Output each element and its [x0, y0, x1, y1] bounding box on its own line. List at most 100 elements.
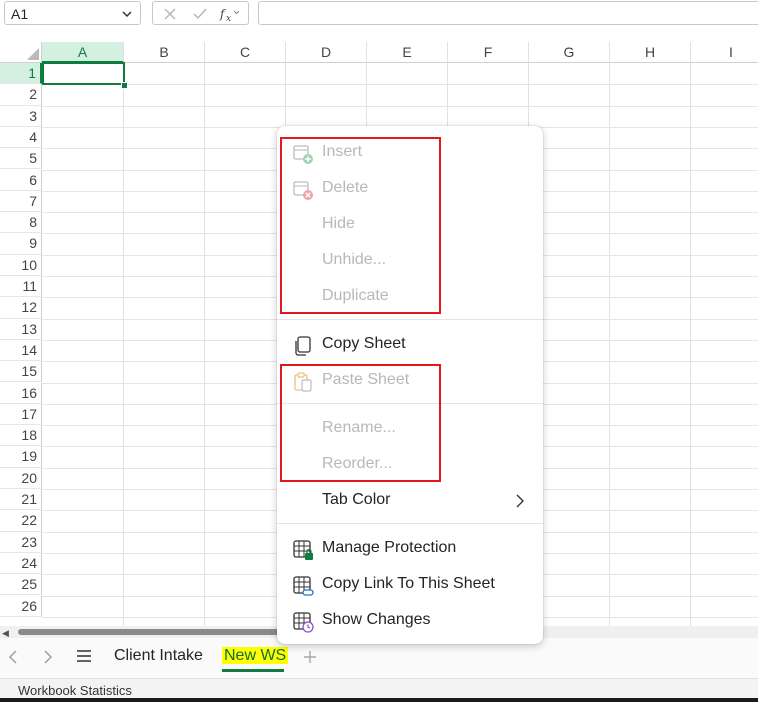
insert-sheet-icon [293, 145, 313, 164]
select-all-icon [27, 48, 39, 60]
row-header[interactable]: 2 [0, 84, 42, 106]
name-box[interactable]: A1 [4, 1, 141, 25]
menu-item-paste-sheet[interactable]: Paste Sheet [277, 363, 543, 399]
window-edge [0, 698, 758, 702]
row-header[interactable]: 19 [0, 446, 42, 468]
column-header[interactable]: H [610, 42, 691, 63]
menu-item-label: Insert [322, 143, 363, 160]
formula-bar: A1 f x [0, 0, 758, 40]
menu-item-label: Paste Sheet [322, 371, 410, 388]
menu-item-rename[interactable]: Rename... [277, 411, 543, 447]
row-header[interactable]: 3 [0, 105, 42, 127]
menu-item-reorder[interactable]: Reorder... [277, 447, 543, 483]
row-header[interactable]: 21 [0, 489, 42, 511]
menu-separator [277, 319, 543, 320]
check-icon[interactable] [191, 5, 209, 23]
row-header[interactable]: 10 [0, 254, 42, 276]
menu-item-hide[interactable]: Hide [277, 207, 543, 243]
column-header[interactable]: B [124, 42, 205, 63]
column-header[interactable]: A [42, 42, 124, 63]
row-header[interactable]: 26 [0, 595, 42, 617]
menu-item-tab-color[interactable]: Tab Color [277, 483, 543, 519]
menu-item-label: Manage Protection [322, 539, 457, 556]
menu-item-label: Show Changes [322, 611, 431, 628]
menu-item-manage-protection[interactable]: Manage Protection [277, 531, 543, 567]
menu-item-label: Copy Sheet [322, 335, 406, 352]
gridline [42, 105, 758, 107]
menu-item-label: Copy Link To This Sheet [322, 575, 495, 592]
column-header[interactable]: D [286, 42, 367, 63]
column-header[interactable]: F [448, 42, 529, 63]
row-header[interactable]: 18 [0, 425, 42, 447]
column-header[interactable]: I [691, 42, 758, 63]
status-bar: Workbook Statistics [0, 678, 758, 699]
menu-item-copy-sheet[interactable]: Copy Sheet [277, 327, 543, 363]
next-sheet-icon[interactable] [43, 650, 53, 664]
menu-item-delete[interactable]: Delete [277, 171, 543, 207]
row-header[interactable]: 7 [0, 190, 42, 213]
sheet-tab-new-ws[interactable]: New WS [222, 647, 289, 665]
row-header[interactable]: 20 [0, 467, 42, 489]
sheet-tab-bar: Client Intake New WS [0, 638, 758, 678]
formula-input[interactable] [258, 1, 758, 25]
fill-handle[interactable] [121, 82, 128, 89]
menu-item-insert[interactable]: Insert [277, 135, 543, 171]
row-header[interactable]: 15 [0, 361, 42, 383]
menu-item-unhide[interactable]: Unhide... [277, 243, 543, 279]
name-box-value: A1 [11, 6, 29, 22]
menu-separator [277, 523, 543, 524]
row-header[interactable]: 17 [0, 403, 42, 426]
column-header[interactable]: E [367, 42, 448, 63]
add-sheet-icon[interactable] [303, 650, 317, 664]
row-header[interactable]: 16 [0, 382, 42, 404]
delete-sheet-icon [293, 181, 313, 200]
function-icon[interactable]: f x [219, 5, 239, 23]
row-header[interactable]: 13 [0, 318, 42, 340]
menu-item-show-changes[interactable]: Show Changes [277, 603, 543, 639]
row-header[interactable]: 5 [0, 148, 42, 170]
sheet-context-menu: Insert Delete Hide Unhide... Duplicate C… [277, 126, 543, 644]
copy-icon [295, 336, 311, 356]
cancel-icon[interactable] [161, 5, 179, 23]
row-header[interactable]: 14 [0, 339, 42, 362]
column-header[interactable]: C [205, 42, 286, 63]
menu-item-copy-link[interactable]: Copy Link To This Sheet [277, 567, 543, 603]
row-header[interactable]: 8 [0, 212, 42, 234]
active-tab-indicator [222, 669, 284, 672]
protect-sheet-icon [293, 540, 313, 560]
menu-item-label: Duplicate [322, 287, 389, 304]
svg-text:x: x [226, 14, 231, 23]
row-header[interactable]: 24 [0, 552, 42, 575]
chevron-down-icon[interactable] [121, 8, 133, 20]
row-header[interactable]: 25 [0, 574, 42, 596]
workbook-statistics-button[interactable]: Workbook Statistics [18, 683, 132, 698]
menu-item-duplicate[interactable]: Duplicate [277, 279, 543, 315]
row-header[interactable]: 23 [0, 531, 42, 553]
row-header[interactable]: 12 [0, 297, 42, 319]
menu-separator [277, 403, 543, 404]
chevron-right-icon [516, 494, 524, 508]
row-header[interactable]: 1 [0, 63, 42, 85]
row-header[interactable]: 6 [0, 169, 42, 191]
column-header[interactable]: G [529, 42, 610, 63]
menu-item-label: Hide [322, 215, 355, 232]
sheet-tab-label: New WS [222, 647, 289, 664]
row-header[interactable]: 11 [0, 276, 42, 298]
sheet-tab-client-intake[interactable]: Client Intake [114, 647, 203, 665]
menu-item-label: Delete [322, 179, 369, 196]
selected-cell[interactable] [42, 62, 125, 85]
menu-item-label: Rename... [322, 419, 396, 436]
link-sheet-icon [293, 576, 314, 596]
all-sheets-menu-icon[interactable] [76, 649, 92, 663]
scrollbar-thumb[interactable] [18, 629, 318, 635]
row-header[interactable]: 22 [0, 510, 42, 532]
paste-icon [294, 372, 312, 392]
formula-actions: f x [152, 1, 249, 25]
row-header[interactable]: 4 [0, 126, 42, 149]
select-all-corner[interactable] [0, 42, 42, 63]
show-changes-icon [293, 612, 314, 633]
row-header[interactable]: 9 [0, 233, 42, 255]
menu-item-label: Unhide... [322, 251, 387, 268]
previous-sheet-icon[interactable] [8, 650, 18, 664]
menu-item-label: Tab Color [322, 491, 391, 508]
